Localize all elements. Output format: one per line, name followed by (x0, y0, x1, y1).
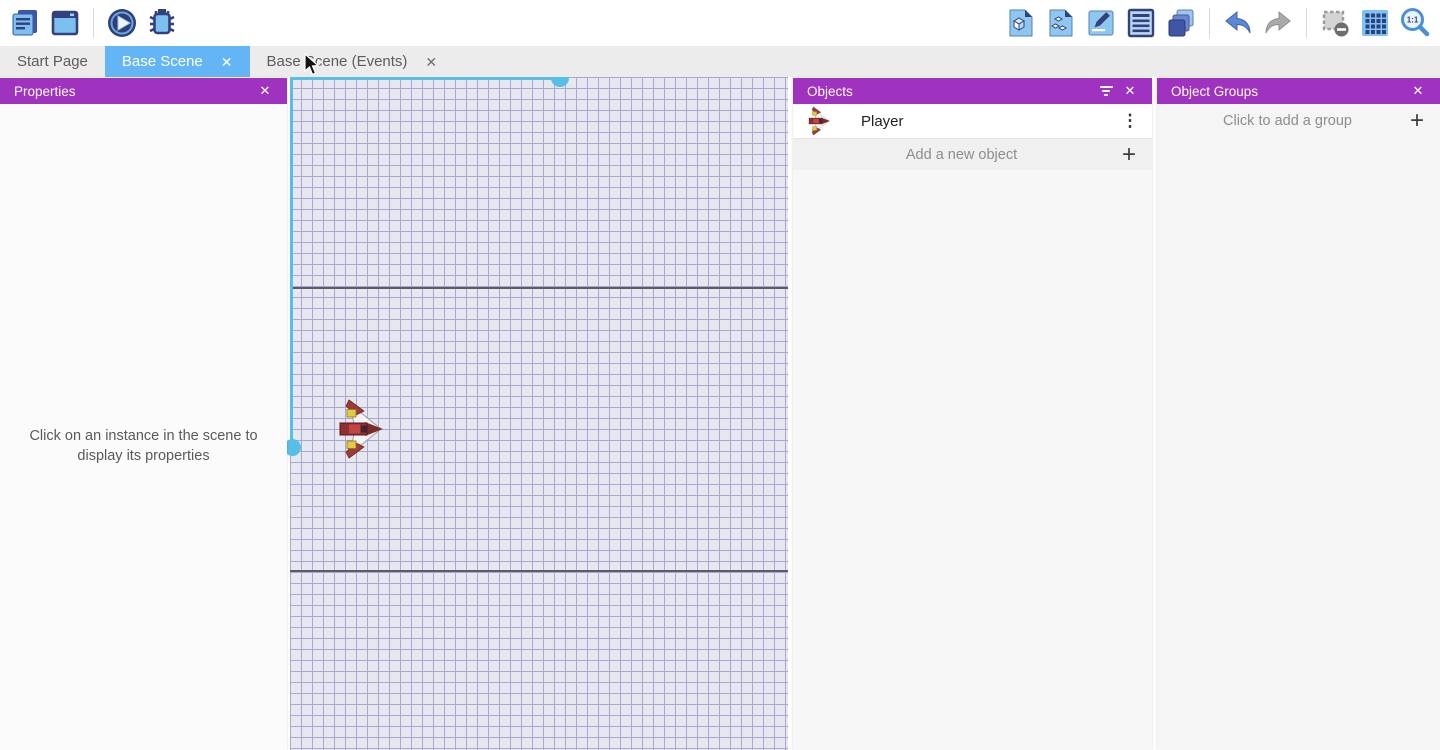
mask-remove-icon (1318, 6, 1352, 40)
properties-panel-header: Properties ✕ (0, 78, 287, 104)
close-icon[interactable]: ✕ (1118, 80, 1142, 102)
toolbar-right-group: 1:1 (1004, 6, 1432, 40)
player-instance-sprite[interactable] (337, 398, 384, 460)
object-groups-panel-header: Object Groups ✕ (1157, 78, 1440, 104)
editor-tabbar: Start Page Base Scene ✕ Base Scene (Even… (0, 46, 1440, 77)
undo-icon[interactable] (1221, 6, 1255, 40)
add-group-button[interactable]: Click to add a group + (1157, 104, 1440, 138)
objects-panel-title: Objects (807, 84, 1094, 99)
close-icon[interactable]: ✕ (253, 80, 277, 102)
zoom-original-icon[interactable]: 1:1 (1398, 6, 1432, 40)
close-icon[interactable]: ✕ (1406, 80, 1430, 102)
toolbar-left-group (8, 6, 179, 40)
start-page-window-icon[interactable] (48, 6, 82, 40)
tab-label: Start Page (17, 53, 88, 70)
debugger-icon[interactable] (145, 6, 179, 40)
tab-close-icon[interactable]: ✕ (425, 55, 437, 69)
horizontal-scrollbar-track[interactable] (290, 77, 553, 80)
player-object-thumbnail (807, 106, 833, 136)
tab-label: Base Scene (122, 53, 203, 70)
object-menu-kebab-icon[interactable]: ⋮ (1120, 111, 1140, 131)
toolbar-separator (1306, 8, 1307, 38)
properties-empty-message: Click on an instance in the scene to dis… (0, 426, 287, 466)
properties-panel: Properties ✕ Click on an instance in the… (0, 78, 287, 750)
properties-panel-title: Properties (14, 84, 253, 99)
main-toolbar: 1:1 (0, 0, 1440, 46)
properties-panel-icon[interactable] (1084, 6, 1118, 40)
add-new-object-button[interactable]: Add a new object + (793, 139, 1152, 170)
object-list-item-player[interactable]: Player ⋮ (793, 104, 1152, 139)
scene-canvas[interactable] (290, 77, 788, 750)
scene-window-top-border (290, 287, 788, 289)
object-groups-panel: Object Groups ✕ Click to add a group + (1157, 78, 1440, 750)
horizontal-scrollbar-thumb[interactable] (551, 77, 569, 87)
project-manager-icon[interactable] (8, 6, 42, 40)
redo-icon[interactable] (1261, 6, 1295, 40)
tab-base-scene[interactable]: Base Scene ✕ (105, 46, 250, 77)
layers-panel-icon[interactable] (1164, 6, 1198, 40)
zoom-ratio-label: 1:1 (1407, 16, 1419, 25)
tab-start-page[interactable]: Start Page (0, 46, 105, 77)
scene-window-bottom-border (290, 570, 788, 572)
add-object-label: Add a new object (805, 147, 1118, 163)
plus-icon[interactable]: + (1406, 109, 1428, 133)
object-groups-panel-icon[interactable] (1044, 6, 1078, 40)
add-group-label: Click to add a group (1169, 113, 1406, 129)
grid-toggle-icon[interactable] (1358, 6, 1392, 40)
instances-list-icon[interactable] (1124, 6, 1158, 40)
vertical-scrollbar-track[interactable] (290, 77, 293, 441)
objects-panel-icon[interactable] (1004, 6, 1038, 40)
objects-panel: Objects ✕ Player ⋮ Add a new object + (793, 78, 1152, 750)
plus-icon[interactable]: + (1118, 143, 1140, 167)
play-preview-icon[interactable] (105, 6, 139, 40)
object-name-label: Player (861, 113, 1120, 130)
tab-close-icon[interactable]: ✕ (221, 55, 233, 69)
object-groups-panel-title: Object Groups (1171, 84, 1406, 99)
toolbar-separator (93, 8, 94, 38)
gdevelop-window: 1:1 Start Page Base Scene ✕ Base Scene (… (0, 0, 1440, 750)
objects-panel-header: Objects ✕ (793, 78, 1152, 104)
tab-label: Base Scene (Events) (267, 53, 408, 70)
filter-icon[interactable] (1094, 80, 1118, 102)
toolbar-separator (1209, 8, 1210, 38)
tab-base-scene-events[interactable]: Base Scene (Events) ✕ (250, 46, 455, 77)
